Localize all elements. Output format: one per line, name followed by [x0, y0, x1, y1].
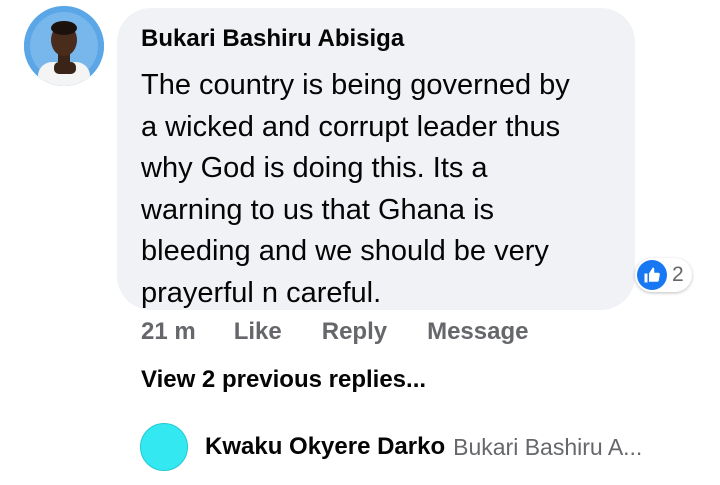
comment-bubble: Bukari Bashiru Abisiga The country is be…	[117, 8, 635, 310]
reply-preview-row[interactable]: Kwaku Okyere Darko Bukari Bashiru A...	[140, 423, 642, 471]
reply-button[interactable]: Reply	[322, 318, 387, 346]
reply-author-name[interactable]: Kwaku Okyere Darko	[205, 433, 445, 461]
avatar-photo	[24, 6, 104, 86]
reply-author-avatar[interactable]	[140, 423, 188, 471]
reply-preview-text: Bukari Bashiru A...	[453, 433, 643, 460]
comment-text: The country is being governed by a wicke…	[141, 69, 570, 309]
view-previous-replies-link[interactable]: View 2 previous replies...	[141, 366, 426, 394]
reaction-summary[interactable]: 2	[635, 258, 692, 292]
comment-actions: 21 m Like Reply Message	[141, 314, 528, 350]
message-button[interactable]: Message	[427, 318, 528, 346]
comment-author-name[interactable]: Bukari Bashiru Abisiga	[141, 25, 404, 53]
like-thumbs-up-icon	[637, 260, 667, 290]
commenter-avatar[interactable]	[24, 6, 104, 86]
like-button[interactable]: Like	[234, 318, 282, 346]
comment-timestamp[interactable]: 21 m	[141, 318, 196, 346]
reaction-count: 2	[672, 263, 684, 286]
